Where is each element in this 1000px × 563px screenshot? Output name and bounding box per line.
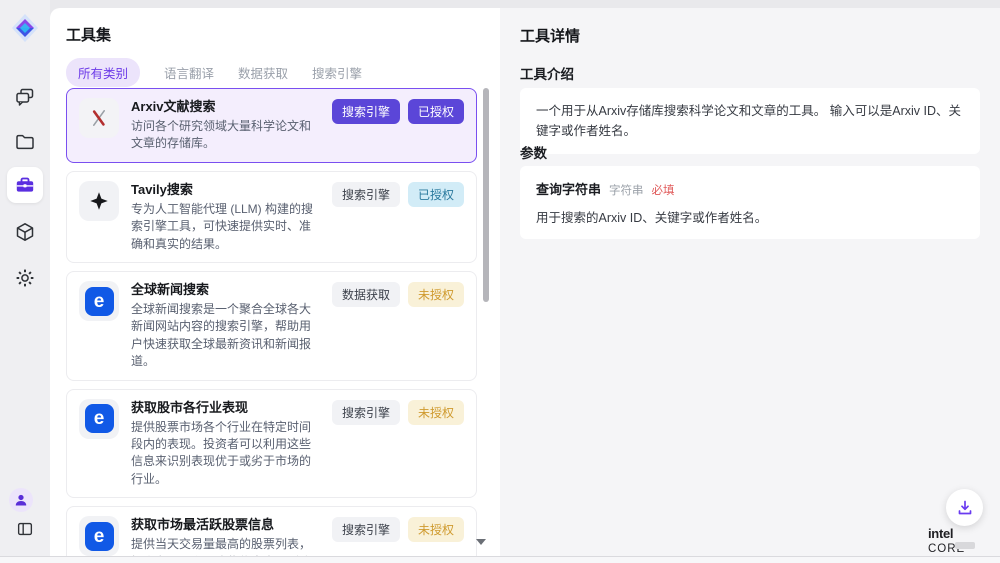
gear-icon — [14, 267, 36, 289]
detail-title: 工具详情 — [520, 25, 580, 46]
download-icon — [955, 498, 975, 518]
tool-card[interactable]: e 全球新闻搜索 全球新闻搜索是一个聚合全球各大新闻网站内容的搜索引擎，帮助用户… — [66, 271, 477, 381]
tool-description: 专为人工智能代理 (LLM) 构建的搜索引擎工具，可快速提供实时、准确和真实的结… — [131, 201, 320, 253]
tool-description: 访问各个研究领域大量科学论文和文章的存储库。 — [131, 118, 320, 153]
tab-language-translation[interactable]: 语言翻译 — [164, 58, 214, 87]
param-name: 查询字符串 — [536, 179, 601, 198]
tool-auth-badge: 未授权 — [408, 400, 464, 425]
tool-name: Arxiv文献搜索 — [131, 99, 320, 115]
cube-icon — [14, 221, 36, 243]
tool-auth-badge: 未授权 — [408, 517, 464, 542]
params-heading: 参数 — [520, 142, 547, 162]
collapse-sidebar-button[interactable] — [14, 518, 36, 540]
intel-wordmark: intel — [928, 526, 953, 541]
arxiv-x-icon — [79, 98, 119, 138]
sidebar-item-files[interactable] — [14, 131, 36, 153]
tool-auth-badge: 已授权 — [408, 182, 464, 207]
tool-card[interactable]: Arxiv文献搜索 访问各个研究领域大量科学论文和文章的存储库。 搜索引擎 已授… — [66, 88, 477, 163]
four-point-star-icon — [79, 181, 119, 221]
tab-data-acquisition[interactable]: 数据获取 — [238, 58, 288, 87]
tool-card[interactable]: Tavily搜索 专为人工智能代理 (LLM) 构建的搜索引擎工具，可快速提供实… — [66, 171, 477, 263]
download-button[interactable] — [946, 489, 983, 526]
param-type: 字符串 — [609, 182, 644, 198]
tool-description: 提供股票市场各个行业在特定时间段内的表现。投资者可以利用这些信息来识别表现优于或… — [131, 419, 320, 489]
tools-panel: 工具集 所有类别 语言翻译 数据获取 搜索引擎 Arxiv文献搜索 访问各个研究… — [50, 8, 500, 556]
tool-card[interactable]: e 获取市场最活跃股票信息 提供当天交易量最高的股票列表，投资者可以利用这些信息… — [66, 506, 477, 556]
param-description: 用于搜索的Arxiv ID、关键字或作者姓名。 — [536, 207, 964, 226]
tool-name: 获取市场最活跃股票信息 — [131, 517, 320, 533]
intro-text: 一个用于从Arxiv存储库搜索科学论文和文章的工具。 输入可以是Arxiv ID… — [536, 104, 961, 138]
tool-description: 全球新闻搜索是一个聚合全球各大新闻网站内容的搜索引擎，帮助用户快速获取全球最新资… — [131, 301, 320, 371]
folder-icon — [14, 131, 36, 153]
tool-category-badge: 数据获取 — [332, 282, 400, 307]
intel-core-ultra-badge — [955, 542, 975, 549]
tool-name: 全球新闻搜索 — [131, 282, 320, 298]
blue-e-icon: e — [79, 281, 119, 321]
tool-category-badge: 搜索引擎 — [332, 517, 400, 542]
tool-category-badge: 搜索引擎 — [332, 182, 400, 207]
tool-category-badge: 搜索引擎 — [332, 99, 400, 124]
tool-category-badge: 搜索引擎 — [332, 400, 400, 425]
toolbox-icon — [14, 174, 36, 196]
tool-card[interactable]: e 获取股市各行业表现 提供股票市场各个行业在特定时间段内的表现。投资者可以利用… — [66, 389, 477, 499]
intro-heading: 工具介绍 — [520, 63, 574, 83]
chat-icon — [14, 86, 36, 108]
scrollbar-down-arrow[interactable] — [476, 539, 486, 545]
scrollbar-thumb[interactable] — [483, 88, 489, 302]
blue-e-icon: e — [79, 399, 119, 439]
intro-card: 一个用于从Arxiv存储库搜索科学论文和文章的工具。 输入可以是Arxiv ID… — [520, 88, 980, 154]
param-card: 查询字符串 字符串 必填 用于搜索的Arxiv ID、关键字或作者姓名。 — [520, 166, 980, 239]
sidebar-item-toolbox[interactable] — [7, 167, 43, 203]
user-icon — [13, 492, 29, 508]
tool-list: Arxiv文献搜索 访问各个研究领域大量科学论文和文章的存储库。 搜索引擎 已授… — [66, 88, 477, 556]
blue-e-icon: e — [79, 516, 119, 556]
tool-auth-badge: 已授权 — [408, 99, 464, 124]
app-logo — [10, 13, 40, 43]
sidebar-item-settings[interactable] — [14, 267, 36, 289]
sidebar-item-chat[interactable] — [14, 86, 36, 108]
tab-search-engine[interactable]: 搜索引擎 — [312, 58, 362, 87]
tab-all-categories[interactable]: 所有类别 — [66, 58, 140, 87]
tool-name: 获取股市各行业表现 — [131, 400, 320, 416]
user-avatar[interactable] — [9, 488, 33, 512]
left-sidebar — [0, 0, 50, 556]
tool-description: 提供当天交易量最高的股票列表，投资者可以利用这些信息来识别流动性强的股票和潜在的… — [131, 536, 320, 556]
sidebar-item-models[interactable] — [14, 221, 36, 243]
tool-auth-badge: 未授权 — [408, 282, 464, 307]
window-bottom-edge — [0, 556, 1000, 563]
tool-detail-panel: 工具详情 工具介绍 一个用于从Arxiv存储库搜索科学论文和文章的工具。 输入可… — [500, 8, 1000, 556]
category-tabs: 所有类别 语言翻译 数据获取 搜索引擎 — [66, 58, 362, 87]
param-required-badge: 必填 — [652, 182, 675, 198]
panel-toggle-icon — [15, 519, 35, 539]
page-title: 工具集 — [66, 24, 111, 45]
tool-name: Tavily搜索 — [131, 182, 320, 198]
